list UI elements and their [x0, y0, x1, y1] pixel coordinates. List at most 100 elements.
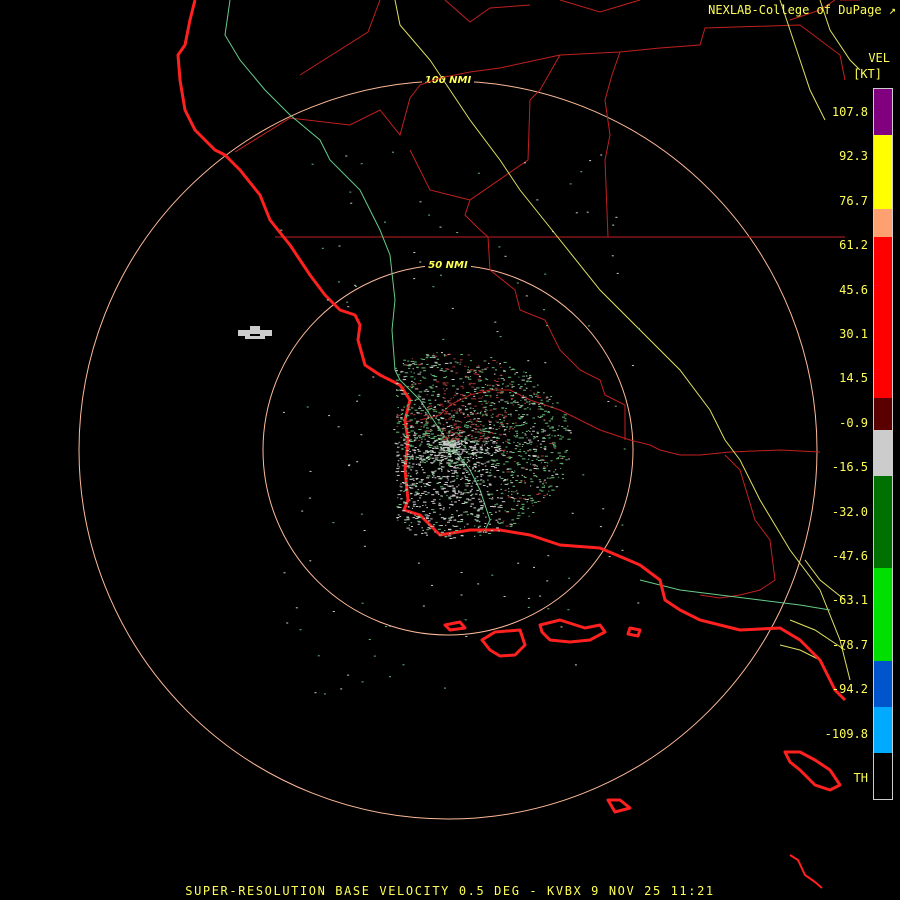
echo-pixel: [405, 415, 407, 417]
echo-pixel: [485, 384, 487, 385]
echo-pixel: [432, 474, 434, 476]
echo-pixel: [453, 443, 457, 445]
echo-pixel: [556, 402, 559, 404]
echo-pixel: [400, 483, 402, 485]
echo-pixel: [498, 510, 501, 512]
echo-pixel: [447, 521, 450, 523]
echo-pixel: [432, 502, 436, 504]
echo-pixel: [510, 475, 513, 476]
echo-pixel: [529, 449, 532, 451]
echo-pixel: [532, 505, 534, 507]
echo-pixel: [468, 370, 472, 372]
echo-pixel: [479, 483, 482, 485]
echo-pixel: [555, 469, 557, 471]
echo-pixel: [462, 493, 464, 495]
echo-pixel: [531, 460, 534, 461]
echo-pixel: [481, 444, 483, 446]
color-scale-segment: [874, 752, 892, 799]
echo-pixel: [521, 503, 525, 505]
echo-pixel: [452, 366, 456, 368]
echo-pixel: [456, 467, 459, 469]
echo-pixel: [495, 459, 499, 461]
echo-pixel: [524, 467, 525, 469]
echo-pixel: [523, 450, 526, 452]
echo-pixel: [432, 391, 436, 393]
echo-pixel: [490, 402, 494, 404]
echo-pixel: [453, 358, 456, 360]
echo-pixel: [569, 183, 572, 185]
echo-pixel: [440, 439, 443, 441]
echo-pixel: [485, 531, 488, 533]
echo-pixel: [489, 427, 492, 429]
echo-pixel: [451, 480, 455, 482]
echo-pixel: [447, 469, 449, 471]
echo-pixel: [432, 448, 435, 449]
echo-pixel: [406, 453, 410, 455]
echo-pixel: [558, 425, 560, 427]
echo-pixel: [403, 376, 406, 378]
echo-pixel: [440, 442, 443, 444]
echo-pixel: [502, 407, 504, 409]
echo-pixel: [451, 475, 455, 477]
echo-pixel: [550, 418, 553, 420]
echo-pixel: [480, 508, 484, 510]
echo-pixel: [500, 477, 504, 479]
echo-pixel: [461, 400, 464, 402]
echo-pixel: [356, 461, 359, 463]
echo-pixel: [433, 499, 436, 501]
echo-pixel: [402, 664, 405, 666]
echo-pixel: [452, 414, 455, 416]
echo-pixel: [425, 389, 428, 391]
echo-pixel: [477, 172, 480, 174]
echo-pixel: [492, 360, 496, 361]
echo-pixel: [536, 456, 540, 458]
echo-pixel: [476, 387, 480, 389]
echo-pixel: [476, 516, 480, 518]
echo-pixel: [501, 501, 506, 503]
echo-pixel: [542, 409, 544, 411]
echo-pixel: [412, 381, 415, 383]
echo-pixel: [425, 494, 428, 495]
echo-pixel: [449, 362, 452, 364]
echo-pixel: [427, 515, 430, 517]
echo-pixel: [415, 463, 418, 465]
echo-pixel: [444, 362, 449, 364]
echo-pixel: [439, 498, 441, 500]
echo-pixel: [448, 431, 450, 433]
echo-pixel: [543, 447, 547, 449]
echo-pixel: [486, 461, 490, 463]
echo-pixel: [475, 477, 477, 479]
echo-pixel: [554, 435, 557, 437]
echo-pixel: [520, 399, 522, 401]
echo-pixel: [410, 476, 412, 477]
echo-pixel: [427, 417, 430, 419]
echo-pixel: [463, 466, 465, 468]
echo-pixel: [486, 447, 489, 448]
echo-pixel: [498, 413, 502, 415]
echo-pixel: [623, 448, 626, 450]
echo-pixel: [484, 395, 489, 397]
echo-pixel: [536, 393, 538, 395]
echo-pixel: [445, 490, 449, 492]
echo-pixel: [360, 163, 363, 165]
echo-pixel: [427, 520, 431, 522]
echo-pixel: [456, 475, 459, 477]
echo-pixel: [438, 426, 440, 428]
echo-pixel: [427, 410, 429, 412]
echo-pixel: [455, 410, 459, 412]
echo-pixel: [517, 515, 521, 517]
echo-pixel: [417, 373, 421, 375]
echo-pixel: [467, 354, 470, 356]
echo-pixel: [548, 470, 551, 472]
echo-pixel: [517, 384, 520, 386]
echo-pixel: [560, 468, 562, 469]
echo-pixel: [472, 448, 476, 450]
echo-pixel: [468, 499, 472, 501]
echo-pixel: [295, 607, 298, 609]
echo-pixel: [309, 560, 312, 562]
echo-pixel: [450, 516, 454, 518]
echo-pixel: [440, 405, 442, 407]
echo-pixel: [541, 431, 545, 433]
echo-pixel: [416, 492, 420, 494]
echo-pixel: [470, 447, 472, 449]
